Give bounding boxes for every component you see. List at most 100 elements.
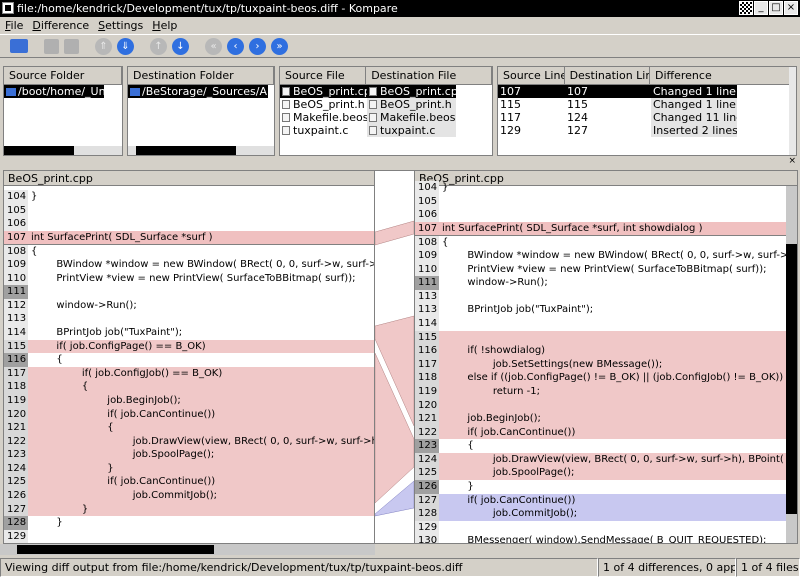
difference-row[interactable]: 117 124 Changed 11 lines	[498, 111, 796, 124]
destination-vertical-scrollbar[interactable]	[786, 186, 797, 543]
splitter-grip-icon[interactable]: ×	[788, 156, 796, 166]
files-pane[interactable]: Source File Destination File BeOS_print.…	[279, 66, 493, 156]
code-line: 105	[415, 194, 788, 209]
destination-line-header[interactable]: Destination Line	[565, 67, 650, 84]
close-button[interactable]: ×	[784, 1, 798, 15]
last-difference-icon[interactable]: »	[271, 37, 288, 55]
code-line: 119 job.BeginJob();	[4, 393, 374, 408]
diff-horizontal-scrollbar[interactable]	[0, 544, 375, 555]
file-row[interactable]: BeOS_print.cpp BeOS_print.cpp	[280, 85, 492, 98]
line-text: job.BeginJob();	[28, 393, 374, 408]
line-number: 128	[415, 507, 439, 521]
apply-all-up-icon[interactable]: ⇑	[95, 37, 112, 55]
line-number: 116	[415, 344, 439, 358]
open-folder-icon[interactable]	[10, 39, 28, 53]
kompare-app-icon[interactable]	[2, 2, 14, 14]
destination-folder-pane[interactable]: Destination Folder /BeStorage/_Sources/A…	[127, 66, 275, 156]
first-difference-icon[interactable]: «	[205, 37, 222, 55]
code-line: 113	[415, 289, 788, 304]
line-text: window->Run();	[31, 299, 137, 311]
difference-row[interactable]: 107 107 Changed 1 line	[498, 85, 796, 98]
code-line: 123 {	[415, 439, 788, 453]
file-row[interactable]: BeOS_print.h BeOS_print.h	[280, 98, 492, 111]
code-line: 125 job.SpoolPage();	[415, 466, 788, 481]
code-line: 122 if( job.CanContinue())	[415, 425, 788, 440]
source-folder-header[interactable]: Source Folder	[4, 67, 122, 84]
code-line: 111	[4, 285, 374, 299]
destination-folder-item[interactable]: /BeStorage/_Sources/Apps/	[128, 85, 268, 98]
menu-help[interactable]: Help	[152, 17, 177, 34]
code-line: 110 PrintView *view = new PrintView( Sur…	[4, 271, 374, 286]
difference-row[interactable]: 115 115 Changed 1 line	[498, 98, 796, 111]
line-text: {	[442, 237, 449, 249]
menu-difference[interactable]: Difference	[32, 17, 89, 34]
line-text: job.DrawView(view, BRect( 0, 0, surf->w,…	[28, 434, 374, 449]
line-text: if( job.CanContinue())	[439, 425, 788, 440]
save-icon[interactable]	[44, 38, 59, 54]
difference-header[interactable]: Difference	[650, 67, 796, 84]
code-line: 118 else if ((job.ConfigPage() != B_OK) …	[415, 371, 788, 385]
line-number: 114	[415, 316, 439, 331]
difference-row[interactable]: 129 127 Inserted 2 lines	[498, 124, 796, 137]
line-text: job.SetSettings(new BMessage());	[439, 357, 788, 372]
menu-file[interactable]: File	[5, 17, 23, 34]
line-number: 106	[415, 208, 439, 222]
status-files: 1 of 4 files	[736, 558, 800, 577]
file-icon	[282, 126, 290, 135]
toolbar: ⇑ ⇓ ↑ ↓ « ‹ › »	[0, 34, 800, 58]
source-folder-item[interactable]: /boot/home/_Unzipped	[4, 85, 104, 98]
apply-all-down-icon[interactable]: ⇓	[117, 37, 134, 55]
menu-settings[interactable]: Settings	[98, 17, 143, 34]
source-folder-pane[interactable]: Source Folder /boot/home/_Unzipped	[3, 66, 123, 156]
title-bar[interactable]: file:/home/kendrick/Development/tux/tp/t…	[0, 0, 800, 17]
line-text: int SurfacePrint( SDL_Surface *surf, int…	[439, 221, 788, 236]
file-row[interactable]: Makefile.beos Makefile.beos	[280, 111, 492, 124]
file-icon	[282, 113, 290, 122]
destination-file-header[interactable]: Destination File	[366, 67, 492, 84]
previous-difference-icon[interactable]: ‹	[227, 37, 244, 55]
code-line: 106	[415, 208, 788, 222]
line-number: 113	[415, 303, 439, 317]
line-text: if( job.CanContinue())	[28, 475, 374, 490]
source-line-header[interactable]: Source Line	[498, 67, 565, 84]
source-file-header[interactable]: Source File	[280, 67, 367, 84]
shade-button[interactable]	[739, 1, 753, 15]
code-line: 128 }	[4, 516, 374, 530]
line-text: job.DrawView(view, BRect( 0, 0, surf->w,…	[439, 452, 788, 467]
destination-diff-pane[interactable]: BeOS_print.cpp 104} 105 106 107 int SurfaceP…	[414, 170, 798, 544]
line-text	[28, 312, 374, 326]
code-line: 128 job.CommitJob();	[415, 507, 788, 521]
horizontal-splitter[interactable]: ×	[0, 156, 800, 167]
maximize-button[interactable]: □	[769, 1, 783, 15]
folder-icon	[6, 88, 16, 96]
line-number: 123	[415, 439, 439, 453]
source-diff-pane[interactable]: BeOS_print.cpp 104} 105 106 107 int SurfaceP…	[3, 170, 375, 544]
next-difference-icon[interactable]: ›	[249, 37, 266, 55]
line-text	[439, 317, 788, 331]
code-line: 127 if( job.CanContinue())	[415, 493, 788, 508]
code-line: 109 BWindow *window = new BWindow( BRect…	[415, 248, 788, 263]
line-number: 121	[4, 421, 28, 435]
line-text: if( job.ConfigPage() == B_OK)	[28, 339, 374, 354]
code-line: 118 {	[4, 380, 374, 394]
code-line: 105	[4, 203, 374, 218]
line-text: BPrintJob job("TuxPaint");	[442, 304, 594, 316]
folder-icon	[130, 88, 140, 96]
minimize-button[interactable]: _	[754, 1, 768, 15]
code-line: 107 int SurfacePrint( SDL_Surface *surf, …	[415, 221, 788, 236]
differences-scrollbar[interactable]	[789, 67, 796, 155]
line-number: 108	[415, 236, 439, 249]
next-file-icon[interactable]: ↓	[172, 37, 189, 55]
differences-pane[interactable]: Source Line Destination Line Difference …	[497, 66, 797, 156]
line-number: 107	[415, 221, 439, 236]
previous-file-icon[interactable]: ↑	[150, 37, 167, 55]
file-row[interactable]: tuxpaint.c tuxpaint.c	[280, 124, 492, 137]
code-line: 129	[4, 529, 374, 543]
destination-folder-header[interactable]: Destination Folder	[128, 67, 274, 84]
line-number: 123	[4, 448, 28, 462]
destination-folder-scrollbar[interactable]	[128, 146, 274, 155]
code-line: 108{	[4, 244, 374, 258]
code-line: 110 PrintView *view = new PrintView( Sur…	[415, 262, 788, 277]
source-folder-scrollbar[interactable]	[4, 146, 122, 155]
save-all-icon[interactable]	[64, 38, 79, 54]
